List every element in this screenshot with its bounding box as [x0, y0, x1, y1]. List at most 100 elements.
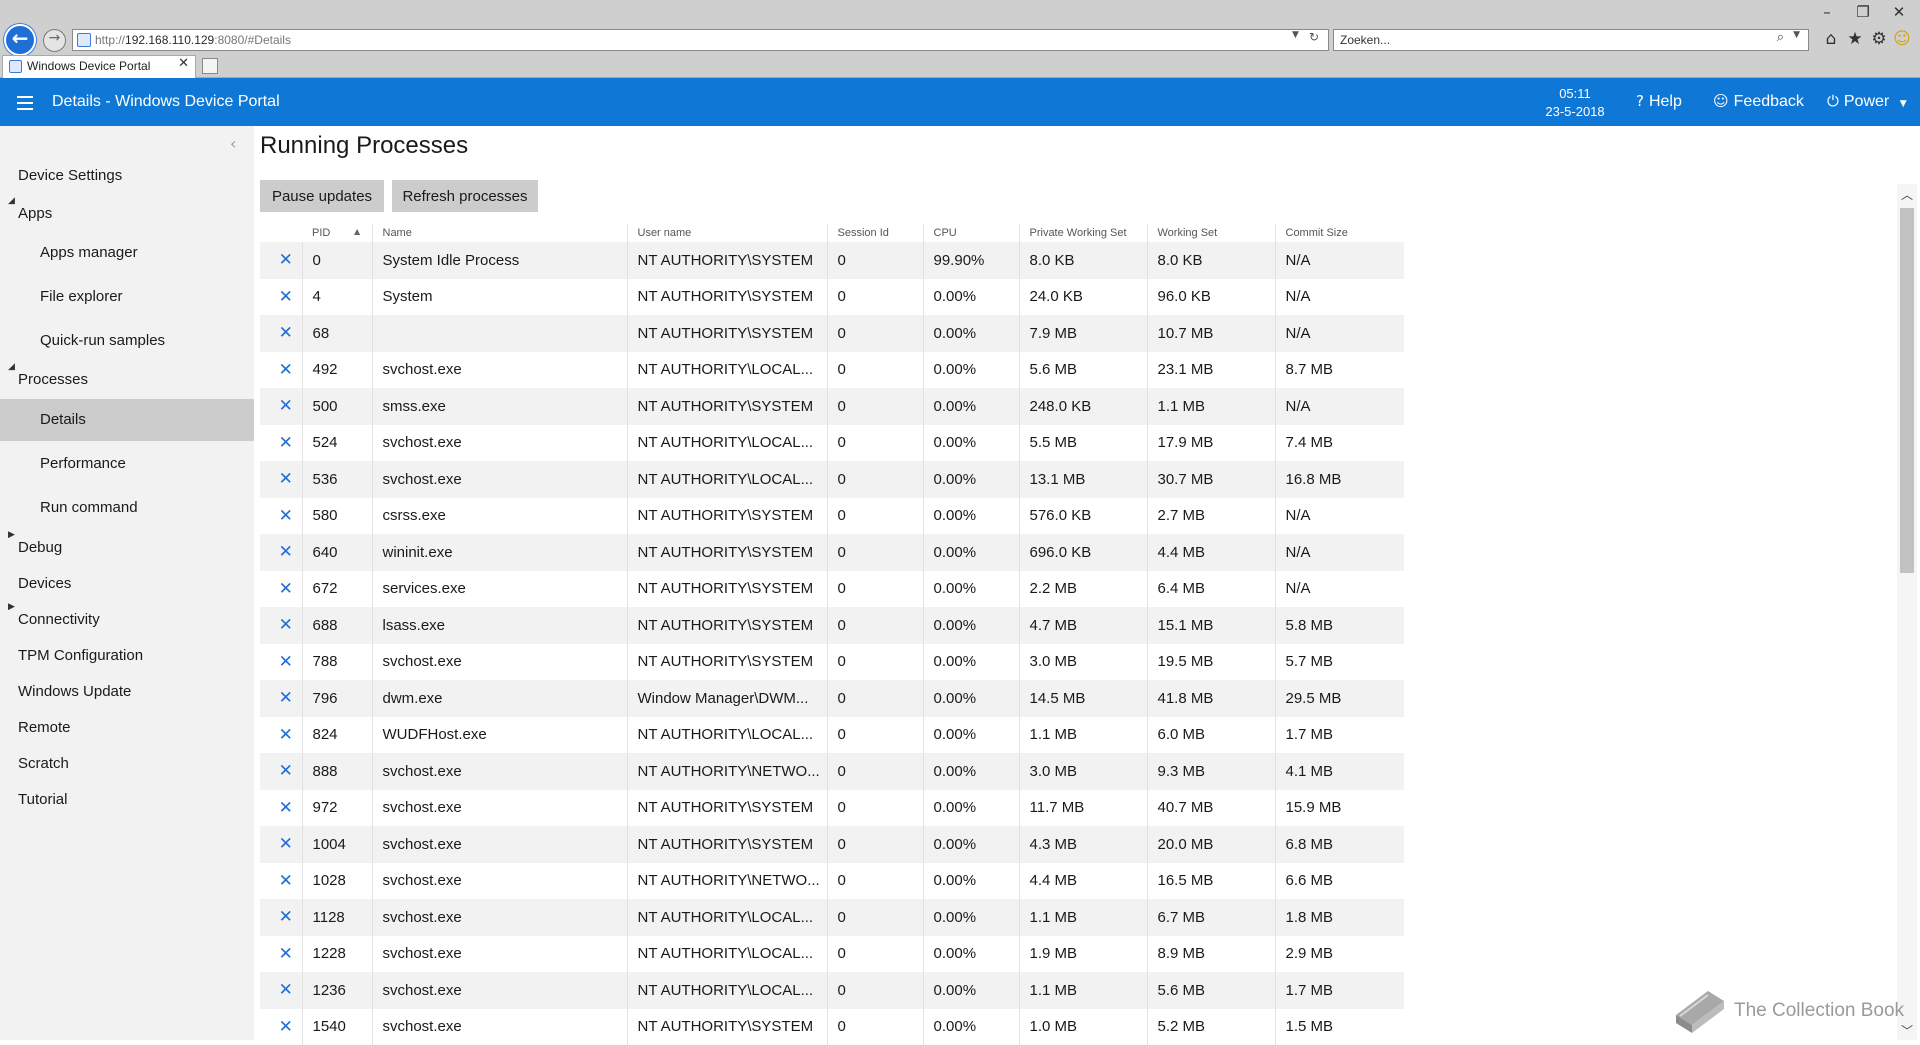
table-row[interactable]: ✕500smss.exeNT AUTHORITY\SYSTEM00.00%248… — [260, 388, 1404, 425]
back-button[interactable]: ← — [4, 24, 36, 56]
kill-process-button[interactable]: ✕ — [260, 315, 302, 352]
refresh-icon[interactable]: ↻ — [1309, 30, 1319, 44]
scroll-thumb[interactable] — [1900, 208, 1914, 573]
sidebar-item-quick-run-samples[interactable]: Quick-run samples — [0, 323, 254, 359]
hamburger-menu-icon[interactable] — [17, 92, 33, 112]
kill-process-button[interactable]: ✕ — [260, 644, 302, 681]
sidebar-item-tpm-configuration[interactable]: TPM Configuration — [0, 638, 254, 674]
table-row[interactable]: ✕1236svchost.exeNT AUTHORITY\LOCAL...00.… — [260, 972, 1404, 1009]
kill-process-button[interactable]: ✕ — [260, 899, 302, 936]
table-row[interactable]: ✕888svchost.exeNT AUTHORITY\NETWO...00.0… — [260, 753, 1404, 790]
new-tab-button[interactable] — [202, 58, 218, 74]
table-row[interactable]: ✕688lsass.exeNT AUTHORITY\SYSTEM00.00%4.… — [260, 607, 1404, 644]
table-row[interactable]: ✕536svchost.exeNT AUTHORITY\LOCAL...00.0… — [260, 461, 1404, 498]
cell-cpu: 99.90% — [923, 242, 1019, 279]
kill-process-button[interactable]: ✕ — [260, 425, 302, 462]
kill-process-button[interactable]: ✕ — [260, 534, 302, 571]
table-row[interactable]: ✕580csrss.exeNT AUTHORITY\SYSTEM00.00%57… — [260, 498, 1404, 535]
page-scrollbar[interactable]: ︿ ﹀ — [1897, 184, 1917, 1040]
sidebar-item-performance[interactable]: Performance — [0, 446, 254, 482]
smiley-icon[interactable]: ☺ — [1891, 29, 1913, 51]
column-header-private-working-set[interactable]: Private Working Set — [1019, 224, 1147, 242]
table-row[interactable]: ✕1128svchost.exeNT AUTHORITY\LOCAL...00.… — [260, 899, 1404, 936]
table-row[interactable]: ✕4SystemNT AUTHORITY\SYSTEM00.00%24.0 KB… — [260, 279, 1404, 316]
kill-process-button[interactable]: ✕ — [260, 607, 302, 644]
kill-process-button[interactable]: ✕ — [260, 279, 302, 316]
kill-process-button[interactable]: ✕ — [260, 863, 302, 900]
favorites-star-icon[interactable]: ★ — [1844, 29, 1866, 51]
table-row[interactable]: ✕796dwm.exeWindow Manager\DWM...00.00%14… — [260, 680, 1404, 717]
close-window-icon[interactable]: ✕ — [1884, 2, 1914, 22]
column-header-session-id[interactable]: Session Id — [827, 224, 923, 242]
forward-button[interactable]: → — [43, 29, 66, 52]
sidebar-item-remote[interactable]: Remote — [0, 710, 254, 746]
sidebar-item-details[interactable]: Details — [0, 399, 254, 441]
tab-close-icon[interactable]: ✕ — [178, 56, 189, 71]
sidebar-item-file-explorer[interactable]: File explorer — [0, 279, 254, 315]
feedback-button[interactable]: ☺Feedback — [1713, 78, 1804, 126]
collapse-sidebar-icon[interactable]: ‹ — [230, 134, 236, 153]
sidebar-item-tutorial[interactable]: Tutorial — [0, 782, 254, 818]
refresh-processes-button[interactable]: Refresh processes — [392, 180, 538, 212]
kill-process-button[interactable]: ✕ — [260, 826, 302, 863]
column-header-commit-size[interactable]: Commit Size — [1275, 224, 1404, 242]
tab-windows-device-portal[interactable]: Windows Device Portal ✕ — [2, 55, 196, 78]
kill-process-button[interactable]: ✕ — [260, 461, 302, 498]
pause-updates-button[interactable]: Pause updates — [260, 180, 384, 212]
help-button[interactable]: ?Help — [1636, 78, 1682, 126]
sidebar-item-connectivity[interactable]: ▶Connectivity — [0, 602, 254, 638]
kill-process-button[interactable]: ✕ — [260, 790, 302, 827]
table-row[interactable]: ✕640wininit.exeNT AUTHORITY\SYSTEM00.00%… — [260, 534, 1404, 571]
kill-process-button[interactable]: ✕ — [260, 352, 302, 389]
table-row[interactable]: ✕1228svchost.exeNT AUTHORITY\LOCAL...00.… — [260, 936, 1404, 973]
close-x-icon: ✕ — [279, 360, 293, 380]
kill-process-button[interactable]: ✕ — [260, 936, 302, 973]
table-row[interactable]: ✕972svchost.exeNT AUTHORITY\SYSTEM00.00%… — [260, 790, 1404, 827]
kill-process-button[interactable]: ✕ — [260, 388, 302, 425]
cell-name: svchost.exe — [372, 425, 627, 462]
table-row[interactable]: ✕672services.exeNT AUTHORITY\SYSTEM00.00… — [260, 571, 1404, 608]
column-header-working-set[interactable]: Working Set — [1147, 224, 1275, 242]
search-dropdown-icon[interactable]: ▼ — [1793, 30, 1800, 40]
column-header-pid[interactable]: PID▲ — [302, 224, 372, 242]
table-row[interactable]: ✕68NT AUTHORITY\SYSTEM00.00%7.9 MB10.7 M… — [260, 315, 1404, 352]
table-row[interactable]: ✕524svchost.exeNT AUTHORITY\LOCAL...00.0… — [260, 425, 1404, 462]
sidebar-item-run-command[interactable]: Run command — [0, 490, 254, 526]
kill-process-button[interactable]: ✕ — [260, 571, 302, 608]
sidebar-item-processes[interactable]: ◢Processes — [0, 362, 254, 398]
search-icon[interactable]: ⌕ — [1777, 30, 1784, 45]
sidebar-item-debug[interactable]: ▶Debug — [0, 530, 254, 566]
kill-process-button[interactable]: ✕ — [260, 242, 302, 279]
sidebar-item-apps[interactable]: ◢Apps — [0, 196, 254, 232]
sidebar-item-devices[interactable]: Devices — [0, 566, 254, 602]
table-row[interactable]: ✕1004svchost.exeNT AUTHORITY\SYSTEM00.00… — [260, 826, 1404, 863]
home-icon[interactable]: ⌂ — [1820, 29, 1842, 51]
column-header-name[interactable]: Name — [372, 224, 627, 242]
column-header-cpu[interactable]: CPU — [923, 224, 1019, 242]
kill-process-button[interactable]: ✕ — [260, 498, 302, 535]
kill-process-button[interactable]: ✕ — [260, 680, 302, 717]
settings-gear-icon[interactable]: ⚙ — [1868, 29, 1890, 51]
cell-pid: 1228 — [302, 936, 372, 973]
column-header-user-name[interactable]: User name — [627, 224, 827, 242]
sidebar-item-apps-manager[interactable]: Apps manager — [0, 235, 254, 271]
kill-process-button[interactable]: ✕ — [260, 717, 302, 754]
power-button[interactable]: ⏻Power ▼ — [1827, 78, 1907, 126]
address-dropdown-icon[interactable]: ▼ — [1292, 30, 1299, 40]
scroll-up-icon[interactable]: ︿ — [1897, 186, 1917, 202]
table-row[interactable]: ✕0System Idle ProcessNT AUTHORITY\SYSTEM… — [260, 242, 1404, 279]
address-bar[interactable]: http://192.168.110.129:8080/#Details ▼ ↻ — [72, 29, 1329, 51]
sidebar-item-device-settings[interactable]: Device Settings — [0, 158, 254, 194]
kill-process-button[interactable]: ✕ — [260, 753, 302, 790]
search-input[interactable]: Zoeken... ⌕ ▼ — [1333, 29, 1809, 51]
minimize-icon[interactable]: – — [1812, 2, 1842, 22]
sidebar-item-scratch[interactable]: Scratch — [0, 746, 254, 782]
table-row[interactable]: ✕788svchost.exeNT AUTHORITY\SYSTEM00.00%… — [260, 644, 1404, 681]
table-row[interactable]: ✕1028svchost.exeNT AUTHORITY\NETWO...00.… — [260, 863, 1404, 900]
table-row[interactable]: ✕824WUDFHost.exeNT AUTHORITY\LOCAL...00.… — [260, 717, 1404, 754]
sidebar-item-windows-update[interactable]: Windows Update — [0, 674, 254, 710]
restore-icon[interactable]: ❐ — [1848, 2, 1878, 22]
cell-working-set: 23.1 MB — [1147, 352, 1275, 389]
kill-process-button[interactable]: ✕ — [260, 972, 302, 1009]
table-row[interactable]: ✕492svchost.exeNT AUTHORITY\LOCAL...00.0… — [260, 352, 1404, 389]
